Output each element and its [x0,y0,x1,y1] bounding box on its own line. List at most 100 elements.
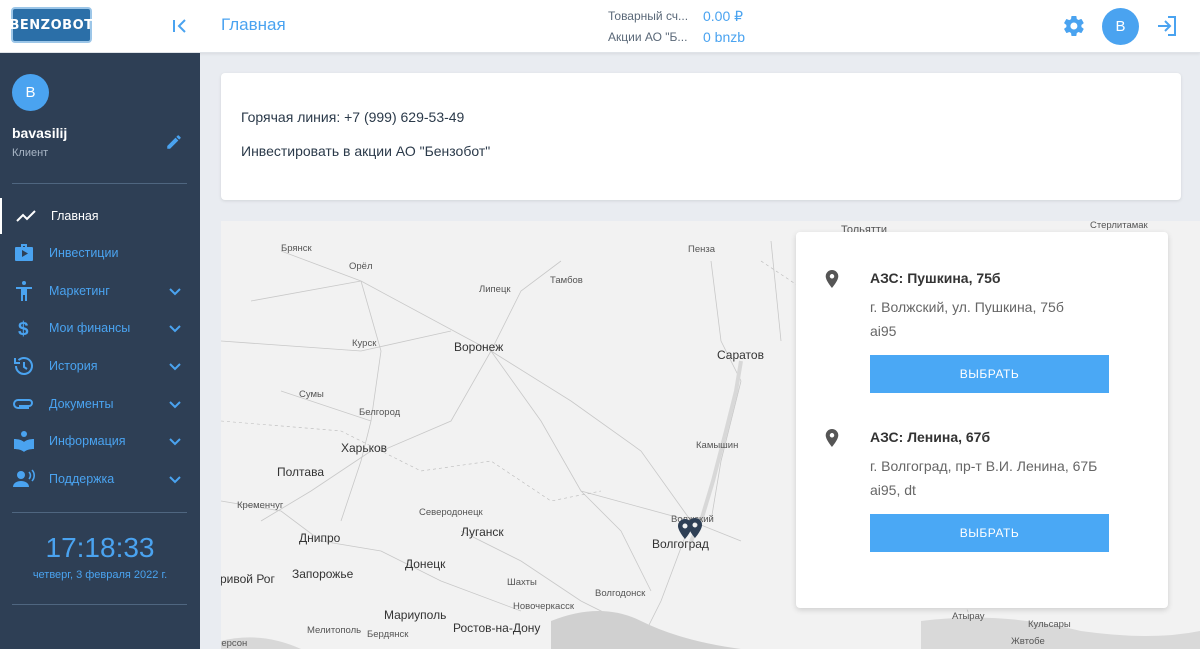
sidebar: B bavasilij Клиент Главная Инвестиции Ма… [0,53,200,649]
dollar-icon: $ [12,316,36,340]
briefcase-play-icon [12,241,36,265]
map-label: Полтава [277,465,324,479]
sidebar-item-label: Документы [49,397,114,411]
sidebar-item-label: Инвестиции [49,246,119,260]
map-marker-icon[interactable] [688,518,702,538]
trending-up-icon [14,204,38,228]
paperclip-icon [12,392,36,416]
brand-logo[interactable]: BENZOBOT [10,7,93,43]
map-label: Херсон [221,638,248,649]
map-label: Ростов-на-Дону [453,621,541,635]
sidebar-item-label: Мои финансы [49,321,131,335]
station-fuel: ai95 [870,323,897,339]
map-label: Воронеж [454,340,504,354]
user-role: Клиент [12,147,49,159]
sidebar-item-investments[interactable]: Инвестиции [0,235,200,271]
map-label: Курск [352,338,377,349]
map-label: Луганск [461,525,504,539]
sidebar-item-information[interactable]: Информация [0,423,200,459]
hotline-text: Горячая линия: +7 (999) 629-53-49 [241,109,465,125]
balance-label: Товарный сч... [608,9,689,23]
info-card: Горячая линия: +7 (999) 629-53-49 Инвест… [221,73,1181,200]
map-label: Стерлитамак [1090,221,1148,231]
balance-value: 0.00 ₽ [703,8,744,24]
map-label: Донецк [405,557,446,571]
select-station-button[interactable]: ВЫБРАТЬ [870,514,1109,552]
map-label: Брянск [281,243,312,254]
avatar[interactable]: B [1102,8,1139,45]
map-label: Бердянск [367,629,409,640]
shares-value: 0 bnzb [703,29,746,45]
sidebar-item-history[interactable]: История [0,348,200,384]
map-label: Мариуполь [384,608,447,622]
sidebar-item-label: История [49,359,98,373]
sidebar-divider [12,604,187,605]
sidebar-item-label: Маркетинг [49,284,110,298]
page-title: Главная [221,15,286,34]
sidebar-item-label: Поддержка [49,472,115,486]
sidebar-item-home[interactable]: Главная [0,198,200,234]
map-label: Белгород [359,407,401,418]
location-pin-icon [825,270,839,288]
shares-label: Акции АО "Б... [608,30,688,44]
map-label: Новочеркасск [513,601,574,612]
collapse-sidebar-icon[interactable] [168,14,192,38]
sidebar-item-marketing[interactable]: Маркетинг [0,273,200,309]
chevron-down-icon [167,471,183,487]
map-label: Атырау [952,611,985,622]
map-label: Харьков [341,441,388,455]
sidebar-divider [12,512,187,513]
chevron-down-icon [167,433,183,449]
edit-profile-icon[interactable] [165,133,183,151]
station-title: АЗС: Ленина, 67б [870,429,991,445]
chevron-down-icon [167,358,183,374]
logout-icon[interactable] [1155,14,1179,38]
map-label: Кривой Рог [221,572,275,586]
top-bar: BENZOBOT Главная Товарный сч... 0.00 ₽ А… [0,0,1200,53]
map-label: Днипро [299,531,341,545]
history-icon [12,354,36,378]
map-label: Кульсары [1028,619,1071,630]
chevron-down-icon [167,396,183,412]
map-label: Тамбов [550,275,583,286]
sidebar-item-label: Информация [49,434,126,448]
map-label: Волгодонск [595,588,646,599]
location-pin-icon [825,429,839,447]
sidebar-item-finances[interactable]: $ Мои финансы [0,310,200,346]
sidebar-item-support[interactable]: Поддержка [0,461,200,497]
support-icon [12,467,36,491]
map-label: Северодонецк [419,507,483,518]
stations-panel: АЗС: Пушкина, 75б г. Волжский, ул. Пушки… [796,232,1168,608]
sidebar-divider [12,183,187,184]
date: четверг, 3 февраля 2022 г. [32,569,168,581]
station-title: АЗС: Пушкина, 75б [870,270,1001,286]
invest-link[interactable]: Инвестировать в акции АО "Бензобот" [241,143,490,159]
map-label: Шахты [507,577,537,588]
station-fuel: ai95, dt [870,482,916,498]
map-label: Саратов [717,348,764,362]
sidebar-avatar[interactable]: B [12,74,49,111]
sidebar-item-documents[interactable]: Документы [0,386,200,422]
map-label: Запорожье [292,567,354,581]
book-icon [12,429,36,453]
map-label: Мелитополь [307,625,362,636]
map-label: Камышин [696,440,739,451]
svg-text:$: $ [18,319,29,340]
gear-icon[interactable] [1062,14,1086,38]
chevron-down-icon [167,320,183,336]
username: bavasilij [12,125,68,141]
map-label: Сумы [299,389,324,400]
map-label: Волгоград [652,537,709,551]
map-label: Пенза [688,244,715,255]
select-station-button[interactable]: ВЫБРАТЬ [870,355,1109,393]
map-label: Жвтобе [1011,636,1045,647]
sidebar-item-label: Главная [51,209,99,223]
person-icon [12,279,36,303]
map-label: Кременчуг [237,500,284,511]
chevron-down-icon [167,283,183,299]
station-address: г. Волгоград, пр-т В.И. Ленина, 67Б [870,458,1098,474]
map-label: Орёл [349,261,373,272]
station-address: г. Волжский, ул. Пушкина, 75б [870,299,1064,315]
clock: 17:18:33 [45,532,155,563]
map-label: Липецк [479,284,511,295]
